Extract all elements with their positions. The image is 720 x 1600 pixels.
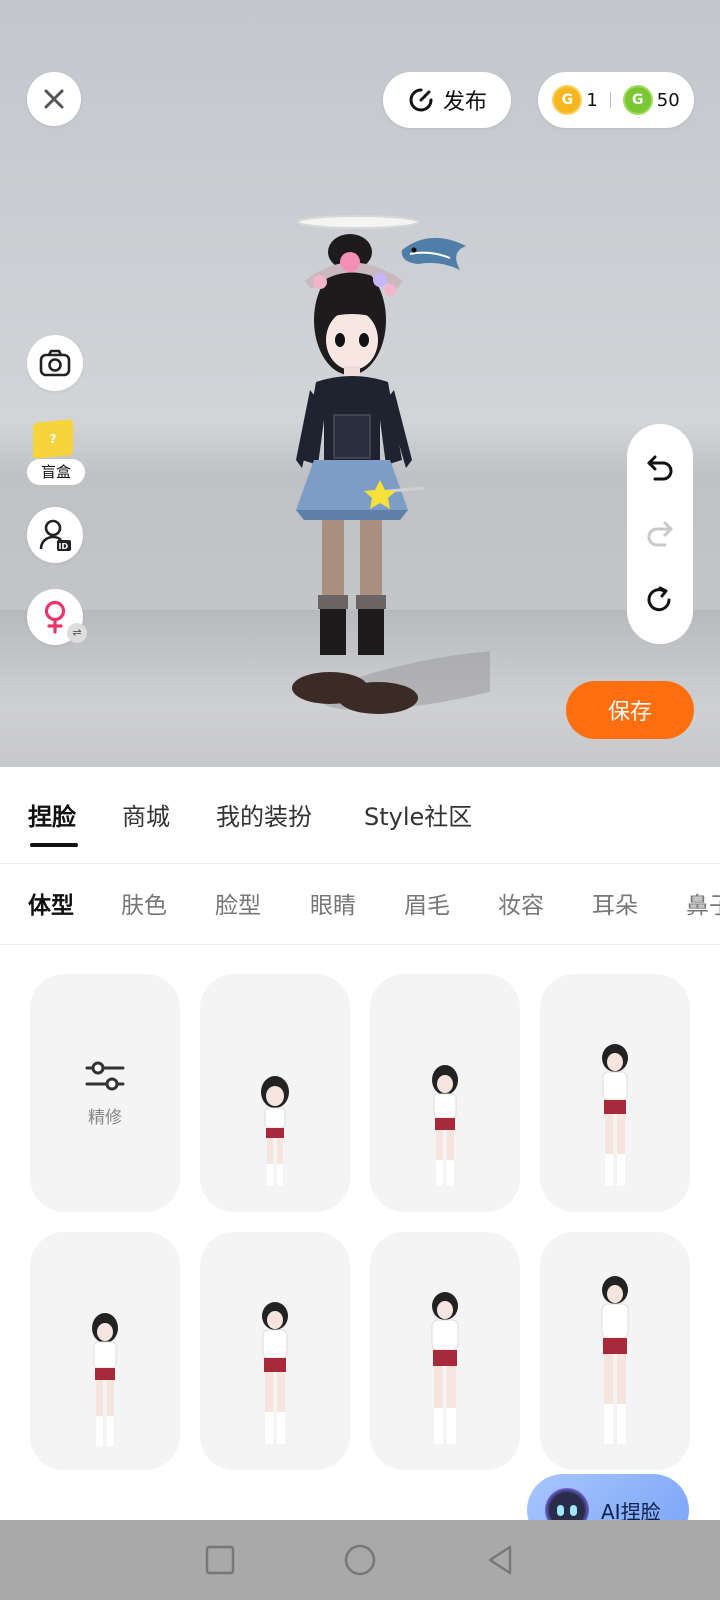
- gender-switch-button[interactable]: ⇌: [27, 589, 87, 645]
- undo-icon[interactable]: [645, 453, 675, 481]
- publish-button[interactable]: 发布: [383, 72, 511, 128]
- reset-icon[interactable]: [645, 585, 675, 615]
- publish-icon: [409, 88, 433, 112]
- back-icon[interactable]: [484, 1544, 516, 1576]
- body-option-7[interactable]: [540, 1232, 690, 1470]
- close-button[interactable]: [27, 72, 81, 126]
- save-button[interactable]: 保存: [566, 681, 694, 739]
- tab-style-community[interactable]: Style社区: [364, 797, 472, 832]
- close-icon: [44, 89, 64, 109]
- body-preview: [432, 1065, 458, 1186]
- body-type-grid: 精修: [0, 944, 720, 1520]
- body-preview: [92, 1313, 118, 1446]
- recent-apps-icon[interactable]: [204, 1544, 236, 1576]
- subtab-face-shape[interactable]: 脸型: [215, 886, 261, 920]
- active-tab-indicator: [30, 843, 78, 847]
- user-id-icon: ID: [39, 519, 71, 551]
- body-option-5[interactable]: [200, 1232, 350, 1470]
- system-nav-bar: [0, 1520, 720, 1600]
- camera-icon: [39, 349, 71, 377]
- subtab-body[interactable]: 体型: [28, 886, 74, 920]
- swap-icon: ⇌: [67, 623, 87, 643]
- body-preview: [431, 1292, 459, 1444]
- body-option-3[interactable]: [540, 974, 690, 1212]
- green-coin-count: 50: [656, 89, 680, 111]
- blindbox-icon: ?: [33, 418, 73, 460]
- subtab-nose[interactable]: 鼻子: [686, 886, 720, 920]
- body-option-1[interactable]: [200, 974, 350, 1212]
- female-icon: [44, 600, 66, 634]
- body-option-6[interactable]: [370, 1232, 520, 1470]
- subtab-makeup[interactable]: 妆容: [498, 886, 544, 920]
- body-preview: [262, 1302, 288, 1444]
- body-preview: [602, 1044, 628, 1186]
- svg-text:ID: ID: [59, 542, 69, 551]
- body-preview: [601, 1276, 629, 1444]
- subtab-skin[interactable]: 肤色: [121, 886, 167, 920]
- publish-label: 发布: [442, 90, 487, 115]
- redo-icon[interactable]: [645, 519, 675, 547]
- sub-tabs: 体型 肤色 脸型 眼睛 眉毛 妆容 耳朵 鼻子: [0, 864, 720, 945]
- avatar-model[interactable]: [290, 210, 559, 730]
- history-controls: [627, 424, 693, 644]
- tab-shop[interactable]: 商城: [122, 797, 170, 832]
- subtab-brows[interactable]: 眉毛: [404, 886, 450, 920]
- blindbox-button[interactable]: ? 盲盒: [27, 418, 85, 487]
- refine-card[interactable]: 精修: [30, 974, 180, 1212]
- refine-label: 精修: [88, 1107, 122, 1128]
- subtab-eyes[interactable]: 眼睛: [310, 886, 356, 920]
- tab-my-outfits[interactable]: 我的装扮: [216, 797, 312, 832]
- currency-balance[interactable]: G 1 G 50: [538, 72, 694, 128]
- body-option-2[interactable]: [370, 974, 520, 1212]
- subtab-ears[interactable]: 耳朵: [592, 886, 638, 920]
- green-coin-icon: G: [622, 85, 653, 115]
- main-tabs: 捏脸 商城 我的装扮 Style社区: [0, 767, 720, 864]
- home-icon[interactable]: [343, 1543, 377, 1577]
- avatar-id-button[interactable]: ID: [27, 507, 83, 563]
- avatar-stage[interactable]: 发布 G 1 G 50 ? 盲盒 ID ⇌ 保存: [0, 0, 720, 767]
- camera-button[interactable]: [27, 335, 83, 391]
- gold-coin-count: 1: [586, 89, 598, 111]
- sliders-icon: [85, 1061, 125, 1090]
- gold-coin-icon: G: [552, 85, 583, 115]
- avatar-figure: [292, 215, 559, 714]
- currency-divider: [609, 92, 611, 108]
- body-preview: [261, 1076, 289, 1186]
- tab-face[interactable]: 捏脸: [28, 797, 76, 832]
- blindbox-label: 盲盒: [27, 459, 85, 485]
- body-option-4[interactable]: [30, 1232, 180, 1470]
